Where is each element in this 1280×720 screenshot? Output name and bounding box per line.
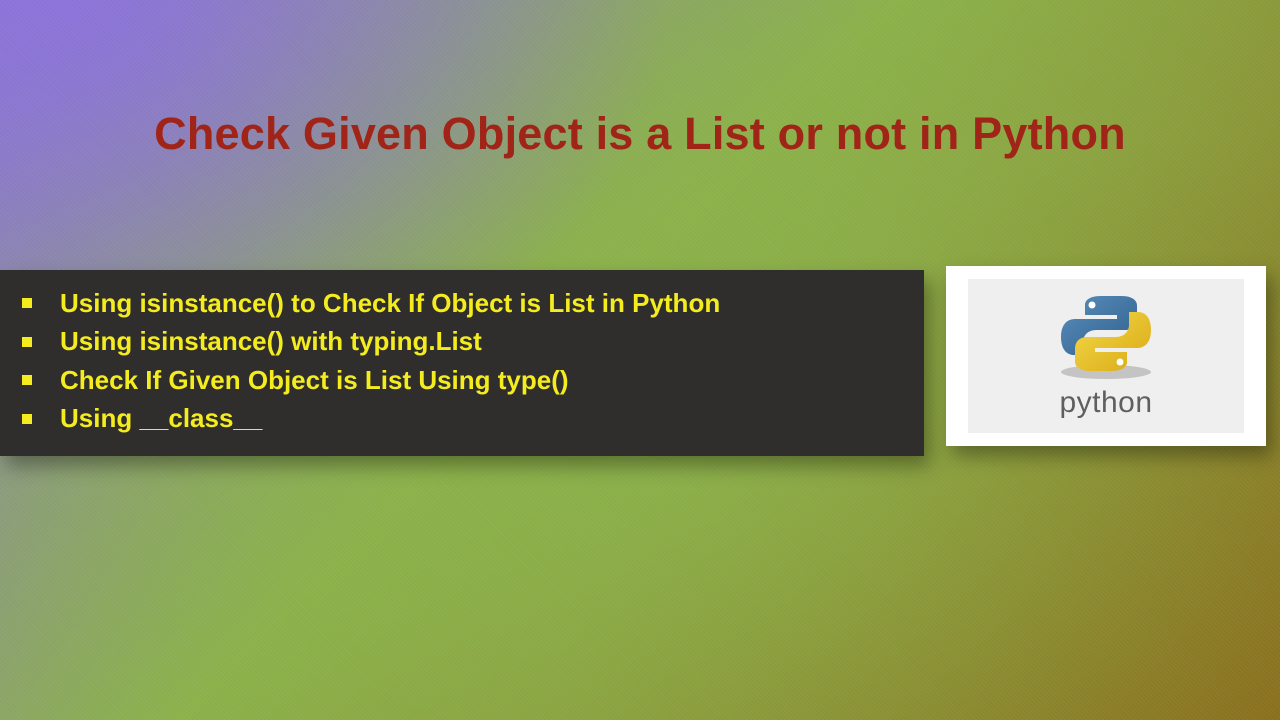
bullet-text: Using __class__ [60,399,262,437]
bullet-text: Check If Given Object is List Using type… [60,361,569,399]
bullet-item: Check If Given Object is List Using type… [22,361,902,399]
bullet-item: Using isinstance() with typing.List [22,322,902,360]
bullet-panel: Using isinstance() to Check If Object is… [0,270,924,456]
bullet-item: Using isinstance() to Check If Object is… [22,284,902,322]
python-logo-card: python [946,266,1266,446]
python-logo-icon [1041,292,1171,382]
slide-title: Check Given Object is a List or not in P… [0,108,1280,160]
bullet-text: Using isinstance() with typing.List [60,322,482,360]
python-logo-inner: python [968,279,1244,433]
bullet-text: Using isinstance() to Check If Object is… [60,284,720,322]
python-logo-caption: python [1059,386,1152,420]
bullet-list: Using isinstance() to Check If Object is… [22,284,902,438]
bullet-item: Using __class__ [22,399,902,437]
